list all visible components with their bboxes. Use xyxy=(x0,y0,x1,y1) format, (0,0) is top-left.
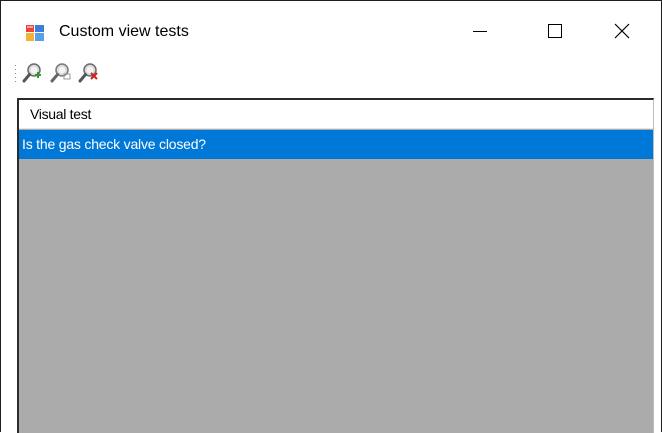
maximize-icon xyxy=(547,23,563,44)
zoom-remove-icon xyxy=(78,61,100,88)
list-item-label: Is the gas check valve closed? xyxy=(22,136,206,152)
toolbar-grip[interactable] xyxy=(14,64,17,84)
minimize-button[interactable] xyxy=(453,9,507,57)
toolbar xyxy=(9,59,653,89)
column-header-label: Visual test xyxy=(30,106,92,122)
zoom-fit-button[interactable] xyxy=(49,62,73,86)
window-title: Custom view tests xyxy=(59,23,189,40)
zoom-in-icon xyxy=(22,61,44,88)
close-button[interactable] xyxy=(595,9,649,57)
zoom-remove-button[interactable] xyxy=(77,62,101,86)
zoom-in-button[interactable] xyxy=(21,62,45,86)
list-item[interactable]: Is the gas check valve closed? xyxy=(19,130,653,159)
app-icon[interactable] xyxy=(26,25,44,41)
app-window: Custom view tests Visual test Is the gas… xyxy=(0,0,662,433)
test-list[interactable]: Visual test Is the gas check valve close… xyxy=(17,98,654,433)
title-bar[interactable]: Custom view tests xyxy=(1,1,661,61)
zoom-fit-icon xyxy=(50,61,72,88)
minimize-icon xyxy=(472,23,488,44)
maximize-button[interactable] xyxy=(528,9,582,57)
column-header-visual-test[interactable]: Visual test xyxy=(19,100,653,129)
close-icon xyxy=(614,23,630,44)
